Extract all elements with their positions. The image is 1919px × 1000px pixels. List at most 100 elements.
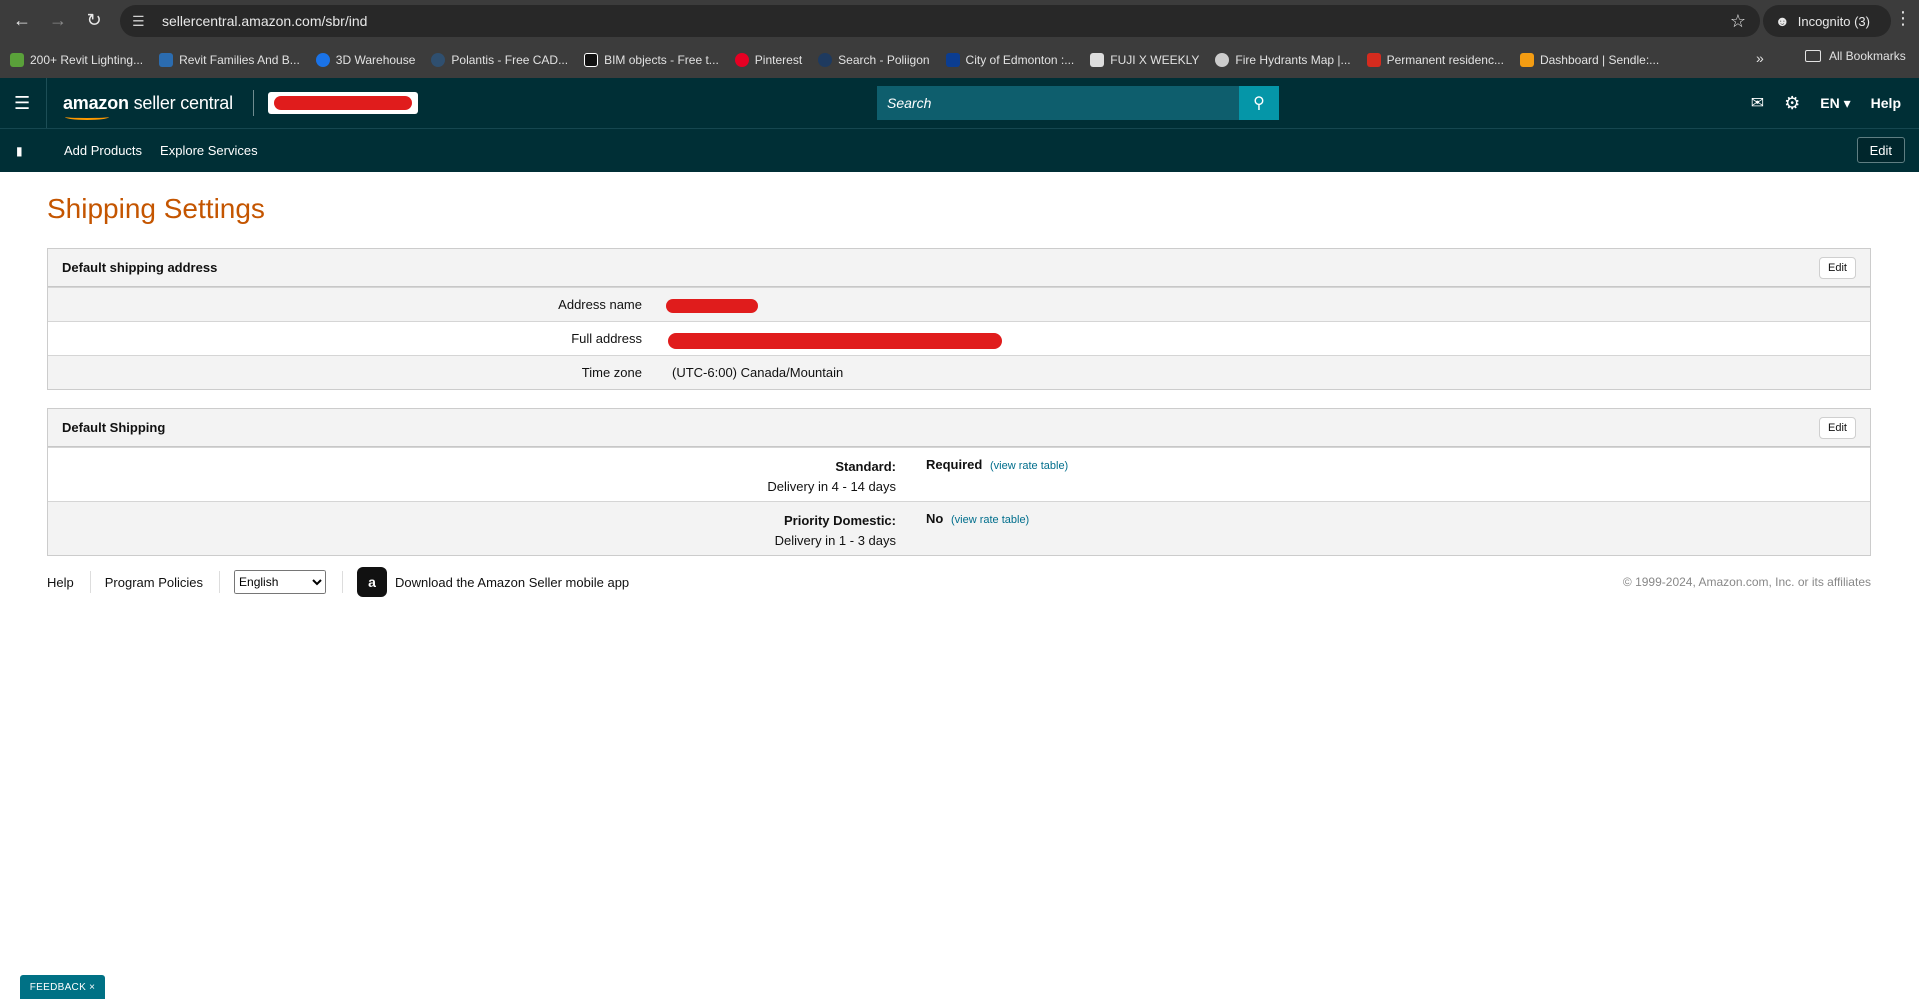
amazon-smile-icon <box>65 114 109 120</box>
store-name-redacted[interactable] <box>267 92 418 114</box>
view-rate-table-link[interactable]: (view rate table) <box>951 514 1029 526</box>
page-footer: Help Program Policies English a Download… <box>47 567 1871 597</box>
bookmark-star-icon[interactable]: ☆ <box>1730 11 1746 32</box>
folder-icon <box>1805 50 1821 62</box>
bookmark-nav-bar: ▮ Add Products Explore Services Edit <box>0 128 1919 172</box>
delivery-window: Delivery in 4 - 14 days <box>767 479 896 494</box>
help-link[interactable]: Help <box>1871 95 1901 111</box>
shipping-option-value: No (view rate table) <box>926 511 1029 555</box>
bookmark-item[interactable]: BIM objects - Free t... <box>584 52 719 67</box>
language-selector[interactable]: EN ▾ <box>1820 95 1850 112</box>
shipping-option-name: Standard: <box>835 459 896 474</box>
edit-shipping-button[interactable]: Edit <box>1819 416 1856 439</box>
feedback-button[interactable]: FEEDBACK × <box>20 975 105 999</box>
delivery-window: Delivery in 1 - 3 days <box>774 533 896 548</box>
priority-domestic-row: Priority Domestic: Delivery in 1 - 3 day… <box>48 501 1870 555</box>
view-rate-table-link[interactable]: (view rate table) <box>990 460 1068 472</box>
bookmark-item[interactable]: Pinterest <box>734 52 802 67</box>
incognito-icon: ☻ <box>1775 13 1790 29</box>
footer-divider <box>342 571 344 593</box>
maple-leaf-icon <box>1366 52 1381 67</box>
copyright-text: © 1999-2024, Amazon.com, Inc. or its aff… <box>1622 575 1871 589</box>
bookmark-icon[interactable]: ▮ <box>16 144 26 158</box>
address-name-label: Address name <box>558 297 642 312</box>
full-address-row: Full address <box>48 321 1870 355</box>
time-zone-value: (UTC-6:00) Canada/Mountain <box>672 365 844 380</box>
bookmark-item[interactable]: Search - Poliigon <box>818 52 930 67</box>
bookmark-item[interactable]: 200+ Revit Lighting... <box>10 52 143 67</box>
seller-central-logo[interactable]: amazon seller central <box>63 93 233 120</box>
bookmarks-bar: 200+ Revit Lighting... Revit Families An… <box>0 41 1919 78</box>
nav-add-products[interactable]: Add Products <box>64 143 142 158</box>
default-shipping-panel: Default Shipping Edit Standard: Delivery… <box>47 408 1871 556</box>
forward-arrow-icon[interactable]: → <box>44 7 72 35</box>
bookmark-item[interactable]: Polantis - Free CAD... <box>431 52 568 67</box>
shipping-status: No <box>926 511 944 526</box>
seller-central-header: ☰ amazon seller central ⚲ ✉ ⚙ EN ▾ Help <box>0 78 1919 128</box>
bookmark-favicon-icon <box>1519 52 1534 67</box>
bookmark-favicon-icon <box>1090 52 1105 67</box>
shipping-option-name: Priority Domestic: <box>784 513 896 528</box>
logo-separator <box>252 90 254 116</box>
bookmark-favicon-icon <box>818 52 833 67</box>
nav-explore-services[interactable]: Explore Services <box>160 143 258 158</box>
program-policies-link[interactable]: Program Policies <box>105 575 203 590</box>
panel-title: Default Shipping <box>62 420 166 435</box>
shipping-status: Required <box>926 457 983 472</box>
bookmark-item[interactable]: Revit Families And B... <box>159 52 300 67</box>
reload-icon[interactable]: ↻ <box>80 7 108 35</box>
panel-header: Default shipping address Edit <box>48 249 1870 287</box>
panel-title: Default shipping address <box>62 260 218 275</box>
bookmark-favicon-icon <box>159 52 174 67</box>
bookmark-item[interactable]: Dashboard | Sendle:... <box>1519 52 1659 67</box>
edit-address-button[interactable]: Edit <box>1819 256 1856 279</box>
page-title: Shipping Settings <box>47 193 265 224</box>
bookmark-favicon-icon <box>10 52 24 67</box>
header-right-tools: ✉ ⚙ EN ▾ Help <box>1751 78 1919 128</box>
redaction-mark <box>668 332 1002 349</box>
bookmark-favicon-icon <box>945 52 960 67</box>
bookmarks-overflow-icon[interactable]: » <box>1756 50 1764 66</box>
footer-help-link[interactable]: Help <box>47 575 74 590</box>
redaction-mark <box>666 298 758 313</box>
shipping-option-value: Required (view rate table) <box>926 457 1068 501</box>
shipping-option-label: Priority Domestic: Delivery in 1 - 3 day… <box>48 511 926 555</box>
bookmark-item[interactable]: 3D Warehouse <box>315 52 415 67</box>
bookmark-favicon-icon <box>315 52 330 67</box>
search-icon[interactable]: ⚲ <box>1239 86 1279 120</box>
edit-nav-button[interactable]: Edit <box>1856 137 1905 163</box>
bookmark-favicon-icon <box>431 52 446 67</box>
time-zone-label: Time zone <box>581 365 642 380</box>
pinterest-icon <box>734 52 749 67</box>
bookmark-favicon-icon <box>1215 52 1230 67</box>
incognito-badge[interactable]: ☻ Incognito (3) <box>1763 5 1891 37</box>
all-bookmarks-button[interactable]: All Bookmarks <box>1805 49 1906 63</box>
amazon-app-icon[interactable]: a <box>357 567 388 597</box>
url-text[interactable]: sellercentral.amazon.com/sbr/ind <box>162 13 367 29</box>
site-settings-icon[interactable]: ☰ <box>132 13 152 30</box>
gear-icon[interactable]: ⚙ <box>1784 93 1800 114</box>
search-input[interactable] <box>877 86 1239 120</box>
address-bar[interactable]: ☰ sellercentral.amazon.com/sbr/ind ☆ <box>120 5 1760 37</box>
browser-menu-icon[interactable]: ⋮ <box>1893 8 1913 29</box>
mail-icon[interactable]: ✉ <box>1751 93 1764 113</box>
redaction-mark <box>273 96 412 110</box>
bookmark-item[interactable]: Permanent residenc... <box>1366 52 1504 67</box>
language-select[interactable]: English <box>234 570 327 594</box>
download-app-link[interactable]: Download the Amazon Seller mobile app <box>395 575 629 590</box>
hamburger-menu-icon[interactable]: ☰ <box>14 93 32 114</box>
address-name-row: Address name <box>48 287 1870 321</box>
time-zone-row: Time zone (UTC-6:00) Canada/Mountain <box>48 355 1870 389</box>
footer-divider <box>89 571 91 593</box>
standard-shipping-row: Standard: Delivery in 4 - 14 days Requir… <box>48 447 1870 501</box>
bookmark-item[interactable]: City of Edmonton :... <box>945 52 1074 67</box>
browser-toolbar: ← → ↻ ☰ sellercentral.amazon.com/sbr/ind… <box>0 0 1919 41</box>
panel-header: Default Shipping Edit <box>48 409 1870 447</box>
full-address-label: Full address <box>571 331 642 346</box>
bookmark-item[interactable]: FUJI X WEEKLY <box>1090 52 1199 67</box>
bookmark-item[interactable]: Fire Hydrants Map |... <box>1215 52 1351 67</box>
search-bar: ⚲ <box>877 86 1279 120</box>
footer-divider <box>219 571 221 593</box>
back-arrow-icon[interactable]: ← <box>8 7 36 35</box>
chevron-down-icon: ▾ <box>1843 94 1851 111</box>
